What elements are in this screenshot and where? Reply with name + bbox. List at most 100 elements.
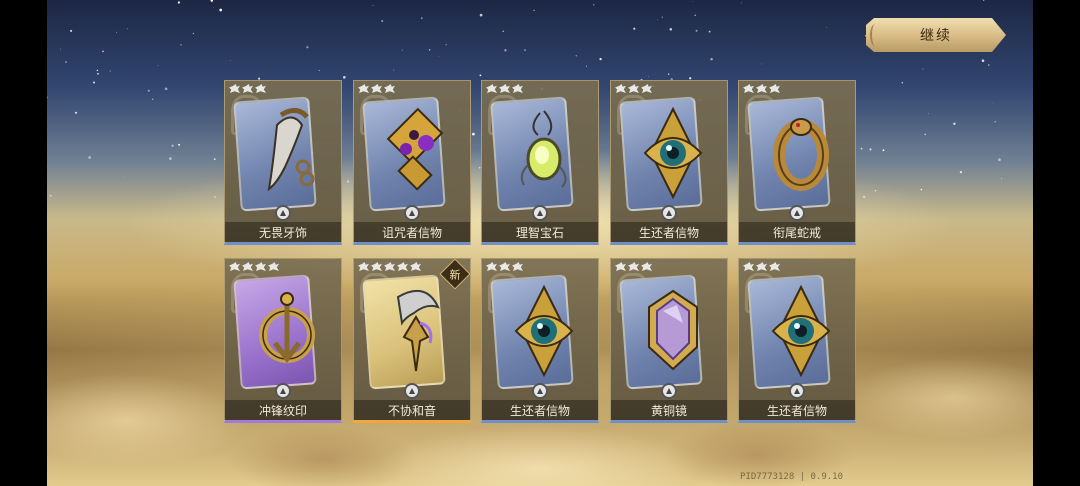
pin-icon (532, 383, 548, 399)
cursed-relic-icon (386, 107, 444, 191)
star-icon (255, 262, 266, 271)
item-name-bar: 生还者信物 (611, 222, 727, 242)
item-card[interactable]: 生还者信物 (481, 258, 599, 423)
star-icon (358, 262, 369, 271)
item-name: 不协和音 (387, 403, 436, 418)
star-icon (358, 84, 369, 93)
game-screen: 继续 无畏牙饰 诅咒者信物 理智宝石 生还者信物 衔尾蛇戒 冲锋纹印新不协和音 生还者信物黄… (47, 0, 1033, 486)
item-name-bar: 诅咒者信物 (354, 222, 470, 242)
star-rating (486, 262, 523, 271)
item-name-bar: 衔尾蛇戒 (739, 222, 855, 242)
star-icon (641, 262, 652, 271)
reward-card-grid: 无畏牙饰 诅咒者信物 理智宝石 生还者信物 衔尾蛇戒 冲锋纹印新不协和音 生还者信物 黄铜镜生… (224, 80, 859, 426)
star-icon (397, 262, 408, 271)
item-card[interactable]: 生还者信物 (610, 80, 728, 245)
star-icon (499, 84, 510, 93)
star-rating (743, 84, 780, 93)
item-name: 无畏牙饰 (258, 225, 307, 240)
pin-icon (275, 383, 291, 399)
star-icon (743, 262, 754, 271)
brass-mirror-icon (648, 289, 698, 371)
eye-amulet-icon (643, 106, 703, 200)
star-icon (371, 84, 382, 93)
star-rating (743, 262, 780, 271)
item-name: 生还者信物 (638, 225, 699, 240)
star-icon (486, 262, 497, 271)
star-icon (410, 262, 421, 271)
star-icon (268, 262, 279, 271)
item-name-bar: 冲锋纹印 (225, 400, 341, 420)
star-icon (641, 84, 652, 93)
item-card[interactable]: 衔尾蛇戒 (738, 80, 856, 245)
item-name: 理智宝石 (515, 225, 564, 240)
star-icon (384, 262, 395, 271)
star-rating (229, 84, 266, 93)
star-icon (628, 262, 639, 271)
horn-dagger-icon (396, 289, 440, 372)
star-icon (769, 262, 780, 271)
eye-amulet-icon (514, 284, 574, 378)
eye-amulet-icon (771, 284, 831, 378)
item-name: 生还者信物 (766, 403, 827, 418)
star-icon (242, 262, 253, 271)
pin-icon (275, 205, 291, 221)
item-name: 黄铜镜 (650, 403, 687, 418)
serpent-ring-icon (773, 118, 829, 191)
item-name: 生还者信物 (509, 403, 570, 418)
star-icon (743, 84, 754, 93)
star-icon (486, 84, 497, 93)
star-icon (384, 84, 395, 93)
star-icon (769, 84, 780, 93)
star-rating (358, 262, 421, 271)
item-name-bar: 生还者信物 (739, 400, 855, 420)
pin-icon (404, 383, 420, 399)
star-rating (486, 84, 523, 93)
pin-icon (404, 205, 420, 221)
star-icon (242, 84, 253, 93)
pin-icon (661, 383, 677, 399)
star-icon (499, 262, 510, 271)
continue-button[interactable]: 继续 (866, 18, 1006, 52)
star-icon (255, 84, 266, 93)
item-card[interactable]: 新不协和音 (353, 258, 471, 423)
ornament-icon (870, 24, 880, 46)
item-card[interactable]: 冲锋纹印 (224, 258, 342, 423)
pin-icon (532, 205, 548, 221)
star-icon (615, 84, 626, 93)
claw-necklace-icon (267, 108, 315, 192)
star-icon (512, 262, 523, 271)
star-rating (358, 84, 395, 93)
star-icon (371, 262, 382, 271)
pin-icon (789, 383, 805, 399)
item-name: 冲锋纹印 (258, 403, 307, 418)
star-icon (756, 84, 767, 93)
item-name-bar: 无畏牙饰 (225, 222, 341, 242)
version-text: PID7773128 | 0.9.10 (740, 472, 843, 482)
pin-icon (661, 205, 677, 221)
new-badge-label: 新 (449, 268, 461, 282)
item-name: 衔尾蛇戒 (772, 225, 821, 240)
item-card[interactable]: 黄铜镜 (610, 258, 728, 423)
glowing-gem-icon (520, 110, 567, 188)
star-icon (615, 262, 626, 271)
item-card[interactable]: 无畏牙饰 (224, 80, 342, 245)
star-rating (615, 84, 652, 93)
continue-label: 继续 (920, 28, 952, 44)
star-rating (229, 262, 279, 271)
item-card[interactable]: 理智宝石 (481, 80, 599, 245)
item-name-bar: 黄铜镜 (611, 400, 727, 420)
star-icon (628, 84, 639, 93)
star-icon (229, 84, 240, 93)
star-icon (756, 262, 767, 271)
star-rating (615, 262, 652, 271)
item-name: 诅咒者信物 (381, 225, 442, 240)
item-name-bar: 生还者信物 (482, 400, 598, 420)
item-card[interactable]: 诅咒者信物 (353, 80, 471, 245)
item-card[interactable]: 生还者信物 (738, 258, 856, 423)
star-icon (512, 84, 523, 93)
pin-icon (789, 205, 805, 221)
ring-seal-icon (259, 292, 315, 364)
item-name-bar: 不协和音 (354, 400, 470, 420)
item-name-bar: 理智宝石 (482, 222, 598, 242)
star-icon (229, 262, 240, 271)
